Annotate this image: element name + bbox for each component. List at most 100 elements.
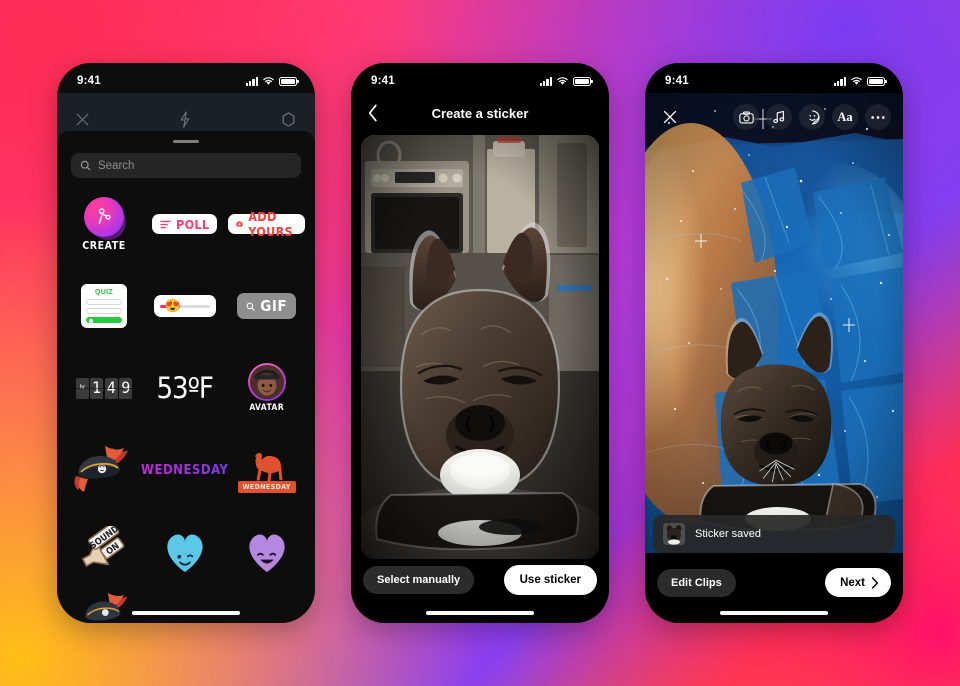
phone-3-screen: 9:41 Aa Sticker saved Edit Clips Next — [645, 63, 903, 623]
sticker-sound-on[interactable]: SOUND ON — [67, 522, 141, 582]
wifi-icon — [557, 77, 568, 85]
gif-label: GIF — [260, 297, 288, 316]
slider-emoji: 😍 — [164, 298, 182, 314]
camel-wednesday-label: WEDNESDAY — [237, 480, 296, 493]
sticker-countdown[interactable]: hr 1 4 9 — [67, 358, 141, 418]
battery-icon — [573, 76, 593, 86]
flip-clock: hr 1 4 9 — [75, 377, 133, 399]
add-yours-pill: ADD YOURS — [228, 209, 305, 239]
sticker-gif[interactable]: GIF — [228, 276, 305, 336]
search-icon — [80, 161, 91, 171]
story-canvas[interactable] — [645, 93, 903, 553]
poll-label: POLL — [176, 216, 210, 232]
music-button[interactable] — [766, 104, 792, 130]
more-dots-icon — [871, 115, 885, 119]
pirate-hat-icon — [74, 446, 129, 493]
search-input[interactable]: Search — [71, 153, 301, 179]
poll-pill: POLL — [152, 214, 218, 235]
page-title: Create a sticker — [431, 105, 529, 121]
status-icons — [539, 76, 593, 86]
camera-icon — [236, 221, 243, 227]
camera-icon — [738, 111, 754, 123]
sticker-slider[interactable]: 😍 — [141, 276, 228, 336]
edit-clips-button[interactable]: Edit Clips — [657, 568, 736, 597]
status-bar: 9:41 — [645, 63, 903, 93]
sheet-grabber[interactable] — [173, 140, 199, 144]
music-note-icon — [773, 110, 785, 124]
avatar-face — [249, 365, 284, 400]
temperature-label: 53ºF — [156, 371, 213, 406]
sticker-create[interactable]: CREATE — [67, 194, 141, 254]
story-actions: Edit Clips Next — [657, 568, 891, 597]
camera-button[interactable] — [733, 104, 759, 130]
next-label: Next — [840, 576, 865, 589]
pirate-hat-icon-partial[interactable] — [79, 593, 135, 623]
sticker-purple-heart[interactable] — [228, 522, 305, 582]
sticker-wednesday-text[interactable]: WEDNESDAY — [141, 440, 228, 500]
quiz-option-correct — [86, 317, 123, 324]
nav-bar: Create a sticker — [351, 97, 609, 129]
camel-wrap: WEDNESDAY — [237, 448, 296, 493]
close-story-button[interactable] — [657, 104, 683, 130]
hexagon-icon[interactable] — [280, 111, 297, 128]
avatar-label: AVATAR — [249, 403, 285, 414]
select-manually-button[interactable]: Select manually — [363, 566, 475, 594]
sticker-add-yours[interactable]: ADD YOURS — [228, 194, 305, 254]
avatar-illustration — [249, 365, 284, 400]
cellular-bars-icon — [539, 76, 552, 86]
sticker-grid: CREATE POLL ADD YOURS QUIZ 😍 GIF hr 1 4 … — [57, 194, 315, 582]
text-button[interactable]: Aa — [832, 104, 858, 130]
sticker-poll[interactable]: POLL — [141, 194, 228, 254]
flip-digit: 4 — [104, 377, 118, 399]
home-indicator — [720, 611, 828, 615]
sticker-avatar[interactable]: AVATAR — [228, 358, 305, 418]
wifi-icon — [263, 77, 274, 85]
next-button[interactable]: Next — [825, 568, 891, 597]
sticker-blue-heart[interactable] — [141, 522, 228, 582]
status-time: 9:41 — [665, 75, 689, 87]
story-toolbar: Aa — [645, 99, 903, 135]
scissors-icon — [98, 208, 111, 224]
dog-sticker-thumbnail — [663, 523, 685, 545]
flip-digit: 1 — [90, 377, 104, 399]
gif-chip: GIF — [237, 293, 297, 320]
wifi-icon — [851, 77, 862, 85]
toast-message: Sticker saved — [695, 528, 762, 540]
lightning-bolt-icon[interactable] — [178, 110, 192, 128]
cellular-bars-icon — [833, 76, 846, 86]
close-icon — [663, 110, 677, 124]
sticker-camel-wednesday[interactable]: WEDNESDAY — [228, 440, 305, 500]
add-yours-label: ADD YOURS — [248, 209, 293, 240]
wednesday-label: WEDNESDAY — [141, 462, 229, 478]
phone-3-story-editor: 9:41 Aa Sticker saved Edit Clips Next — [645, 63, 903, 623]
sticker-smiley-icon — [808, 109, 819, 125]
status-time: 9:41 — [371, 75, 395, 87]
sticker-create-label: CREATE — [82, 239, 126, 252]
use-sticker-button[interactable]: Use sticker — [503, 565, 597, 595]
sticker-quiz[interactable]: QUIZ — [67, 276, 141, 336]
poll-bars-icon — [160, 220, 171, 229]
quiz-option — [86, 299, 123, 306]
sticker-temperature[interactable]: 53ºF — [141, 358, 228, 418]
home-indicator — [426, 611, 534, 615]
sound-on-icon: SOUND ON — [81, 526, 125, 568]
phone-1-screen: 9:41 Search CREATE POLL ADD YOURS QUIZ 😍… — [57, 63, 315, 623]
chevron-left-icon[interactable] — [367, 104, 379, 123]
sticker-button[interactable] — [799, 104, 825, 130]
sticker-pirate-hat[interactable] — [67, 440, 141, 500]
close-icon[interactable] — [75, 112, 90, 127]
screenshot-stage: 9:41 Search CREATE POLL ADD YOURS QUIZ 😍… — [0, 0, 960, 686]
status-bar: 9:41 — [351, 63, 609, 93]
search-icon — [246, 302, 255, 311]
create-circle — [84, 196, 125, 237]
sticker-saved-toast: Sticker saved — [653, 515, 895, 553]
more-button[interactable] — [865, 104, 891, 130]
phone-1-sticker-tray: 9:41 Search CREATE POLL ADD YOURS QUIZ 😍… — [57, 63, 315, 623]
home-indicator — [132, 611, 240, 615]
dog-photo-illustration — [361, 135, 599, 559]
cellular-bars-icon — [245, 76, 258, 86]
sticker-actions: Select manually Use sticker — [363, 565, 597, 595]
sticker-preview-photo[interactable] — [361, 135, 599, 559]
toast-thumbnail — [663, 523, 685, 545]
battery-icon — [279, 76, 299, 86]
